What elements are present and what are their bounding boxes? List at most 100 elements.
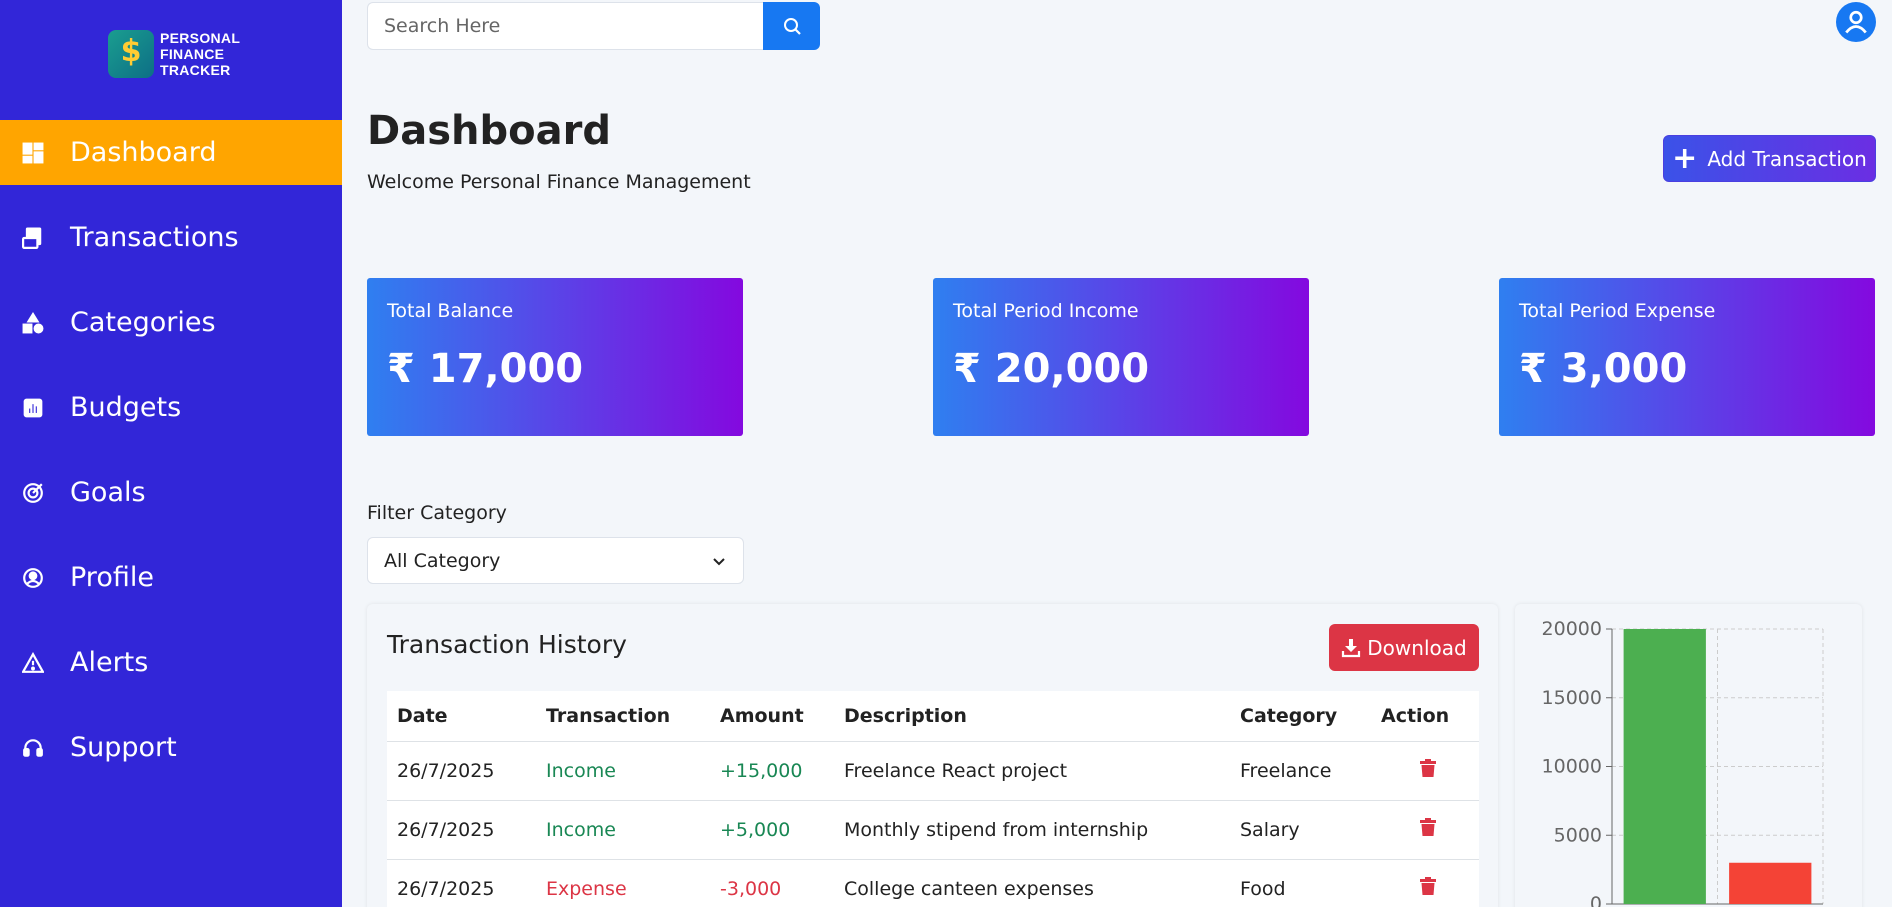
sidebar-item-budgets[interactable]: Budgets: [0, 375, 342, 440]
sidebar-item-dashboard[interactable]: Dashboard: [0, 120, 342, 185]
sidebar: $ PERSONAL FINANCE TRACKER Dashboard Tra…: [0, 0, 342, 907]
column-header: Date: [387, 691, 536, 742]
trash-icon[interactable]: [1419, 876, 1437, 901]
sidebar-item-label: Goals: [70, 477, 146, 508]
y-tick-label: 5000: [1554, 824, 1602, 846]
sidebar-item-label: Dashboard: [70, 137, 217, 168]
search-bar: [367, 2, 820, 50]
page-subtitle: Welcome Personal Finance Management: [367, 171, 751, 193]
headset-icon: [20, 735, 46, 761]
logo-symbol: $: [120, 34, 142, 69]
dashboard-icon: [20, 140, 46, 166]
search-icon: [783, 18, 801, 35]
transaction-history-title: Transaction History: [387, 630, 627, 659]
y-tick-label: 20000: [1542, 618, 1602, 640]
cell-type: Income: [536, 741, 710, 801]
sidebar-item-transactions[interactable]: Transactions: [0, 205, 342, 270]
sidebar-nav: Dashboard Transactions Categories Budget…: [0, 120, 342, 800]
card-value: ₹ 17,000: [387, 346, 584, 392]
income-expense-bar-chart: 20000 15000 10000 5000 0: [1542, 618, 1824, 907]
card-value: ₹ 20,000: [953, 346, 1150, 392]
cell-category: Food: [1230, 859, 1371, 907]
income-expense-chart-panel: 20000 15000 10000 5000 0: [1515, 604, 1862, 907]
table-row: 26/7/2025 Expense -3,000 College canteen…: [387, 859, 1479, 907]
cell-category: Salary: [1230, 800, 1371, 860]
filter-category-label: Filter Category: [367, 502, 507, 524]
finance-logo-icon: $: [108, 30, 154, 78]
sidebar-item-label: Support: [70, 732, 177, 763]
total-expense-card: Total Period Expense ₹ 3,000: [1499, 278, 1875, 436]
cell-description: Monthly stipend from internship: [834, 800, 1230, 860]
brand-logo[interactable]: $ PERSONAL FINANCE TRACKER: [108, 30, 240, 78]
cell-amount: +15,000: [710, 741, 834, 801]
y-tick-label: 15000: [1542, 687, 1602, 709]
card-value: ₹ 3,000: [1519, 346, 1688, 392]
shapes-icon: [20, 310, 46, 336]
card-label: Total Period Income: [953, 300, 1139, 322]
sidebar-item-support[interactable]: Support: [0, 715, 342, 780]
search-button[interactable]: [763, 2, 820, 50]
cell-date: 26/7/2025: [387, 800, 536, 860]
column-header: Transaction: [536, 691, 710, 742]
search-input[interactable]: [367, 2, 763, 50]
sidebar-item-profile[interactable]: Profile: [0, 545, 342, 610]
sidebar-item-label: Transactions: [70, 222, 239, 253]
column-header: Amount: [710, 691, 834, 742]
download-label: Download: [1367, 635, 1467, 660]
card-label: Total Balance: [387, 300, 514, 322]
total-income-card: Total Period Income ₹ 20,000: [933, 278, 1309, 436]
cell-description: Freelance React project: [834, 741, 1230, 801]
user-icon: [1845, 10, 1867, 34]
user-circle-icon: [20, 565, 46, 591]
bar-expense: [1729, 862, 1812, 904]
sidebar-item-label: Alerts: [70, 647, 149, 678]
target-icon: [20, 480, 46, 506]
y-tick-label: 10000: [1542, 756, 1602, 778]
cell-action: [1371, 859, 1479, 907]
cell-amount: +5,000: [710, 800, 834, 860]
filter-selected-value: All Category: [384, 549, 501, 572]
transactions-table: Date Transaction Amount Description Cate…: [387, 691, 1479, 907]
download-button[interactable]: Download: [1329, 624, 1479, 671]
sidebar-item-label: Budgets: [70, 392, 182, 423]
column-header: Description: [834, 691, 1230, 742]
plus-icon: +: [1672, 140, 1698, 176]
user-avatar-button[interactable]: [1836, 2, 1876, 42]
bar-income: [1623, 629, 1706, 904]
table-row: 26/7/2025 Income +5,000 Monthly stipend …: [387, 800, 1479, 860]
add-transaction-button[interactable]: + Add Transaction: [1663, 135, 1876, 182]
sidebar-item-label: Profile: [70, 562, 154, 593]
add-transaction-label: Add Transaction: [1707, 146, 1867, 171]
download-icon: [1342, 638, 1361, 657]
filter-category-select[interactable]: All Category: [367, 537, 744, 584]
page-title: Dashboard: [367, 108, 611, 154]
receipt-icon: [20, 225, 46, 251]
card-label: Total Period Expense: [1519, 300, 1716, 322]
sidebar-item-goals[interactable]: Goals: [0, 460, 342, 525]
bar-chart-icon: [20, 395, 46, 421]
table-row: 26/7/2025 Income +15,000 Freelance React…: [387, 741, 1479, 801]
cell-type: Expense: [536, 859, 710, 907]
trash-icon[interactable]: [1419, 758, 1437, 783]
cell-description: College canteen expenses: [834, 859, 1230, 907]
transaction-history-panel: Transaction History Download Date Transa…: [367, 604, 1498, 907]
brand-line-3: TRACKER: [160, 62, 231, 78]
brand-text: PERSONAL FINANCE TRACKER: [160, 30, 240, 78]
brand-line-1: PERSONAL: [160, 30, 241, 46]
cell-category: Freelance: [1230, 741, 1371, 801]
column-header: Action: [1371, 691, 1479, 742]
chevron-down-icon: [713, 557, 725, 565]
trash-icon[interactable]: [1419, 817, 1437, 842]
brand-line-2: FINANCE: [160, 46, 225, 62]
cell-amount: -3,000: [710, 859, 834, 907]
cell-date: 26/7/2025: [387, 741, 536, 801]
sidebar-item-alerts[interactable]: Alerts: [0, 630, 342, 695]
sidebar-item-categories[interactable]: Categories: [0, 290, 342, 355]
sidebar-item-label: Categories: [70, 307, 216, 338]
table-header-row: Date Transaction Amount Description Cate…: [387, 691, 1479, 742]
cell-action: [1371, 741, 1479, 801]
cell-type: Income: [536, 800, 710, 860]
total-balance-card: Total Balance ₹ 17,000: [367, 278, 743, 436]
cell-date: 26/7/2025: [387, 859, 536, 907]
column-header: Category: [1230, 691, 1371, 742]
